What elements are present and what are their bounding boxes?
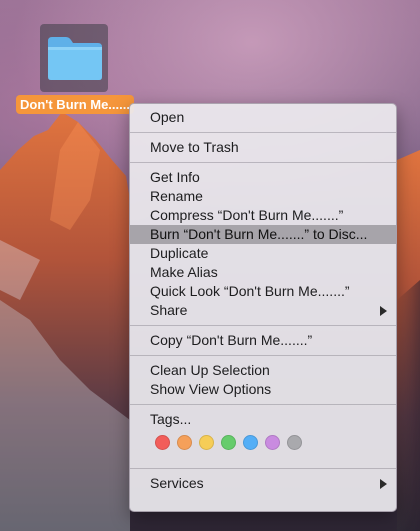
menu-item-label: Clean Up Selection [150,362,270,378]
menu-item-label: Services [150,475,204,491]
gray-tag-icon[interactable] [287,434,302,450]
submenu-arrow-icon [380,479,387,489]
menu-item-copy-don-t-burn-me[interactable]: Copy “Don't Burn Me.......” [130,331,396,350]
menu-item-label: Duplicate [150,245,209,261]
menu-item-compress-don-t-burn-me[interactable]: Compress “Don't Burn Me.......” [130,206,396,225]
menu-item-label: Compress “Don't Burn Me.......” [150,207,344,223]
menu-item-label: Get Info [150,169,200,185]
menu-item-burn-don-t-burn-me-to-disc[interactable]: Burn “Don't Burn Me.......” to Disc... [130,225,396,244]
context-menu: Open Move to Trash Get Info Rename Compress … [129,103,397,512]
red-tag-icon[interactable] [155,434,170,450]
menu-item-move-to-trash[interactable]: Move to Trash [130,138,396,157]
menu-item-get-info[interactable]: Get Info [130,168,396,187]
menu-separator [130,132,396,133]
menu-item-quick-look-don-t-burn-me[interactable]: Quick Look “Don't Burn Me.......” [130,282,396,301]
menu-item-services[interactable]: Services [130,474,396,493]
orange-tag-icon[interactable] [177,434,192,450]
yellow-tag-icon[interactable] [199,434,214,450]
menu-separator [130,162,396,163]
menu-item-label: Burn “Don't Burn Me.......” to Disc... [150,226,368,242]
blue-tag-icon[interactable] [243,434,258,450]
menu-item-label: Tags... [150,411,192,427]
menu-item-rename[interactable]: Rename [130,187,396,206]
menu-item-label: Copy “Don't Burn Me.......” [150,332,313,348]
green-tag-icon[interactable] [221,434,236,450]
menu-item-label: Open [150,109,185,125]
menu-item-label: Rename [150,188,203,204]
menu-item-label: Show View Options [150,381,272,397]
purple-tag-icon[interactable] [265,434,280,450]
menu-separator [130,355,396,356]
menu-item-label: Quick Look “Don't Burn Me.......” [150,283,350,299]
menu-item-show-view-options[interactable]: Show View Options [130,380,396,399]
menu-separator [130,468,396,469]
menu-item-share[interactable]: Share [130,301,396,320]
menu-item-tags[interactable]: Tags... [130,410,396,429]
menu-item-clean-up-selection[interactable]: Clean Up Selection [130,361,396,380]
menu-separator [130,404,396,405]
menu-item-make-alias[interactable]: Make Alias [130,263,396,282]
menu-item-duplicate[interactable]: Duplicate [130,244,396,263]
file-name-label[interactable]: Don't Burn Me...... [16,95,134,114]
desktop-file-item[interactable]: Don't Burn Me...... [14,24,136,116]
menu-item-open[interactable]: Open [130,108,396,127]
menu-item-label: Make Alias [150,264,218,280]
menu-spacer [130,455,396,463]
menu-item-label: Share [150,302,188,318]
submenu-arrow-icon [380,306,387,316]
menu-item-label: Move to Trash [150,139,239,155]
tag-color-row [130,429,396,455]
menu-separator [130,325,396,326]
folder-icon [48,37,102,80]
